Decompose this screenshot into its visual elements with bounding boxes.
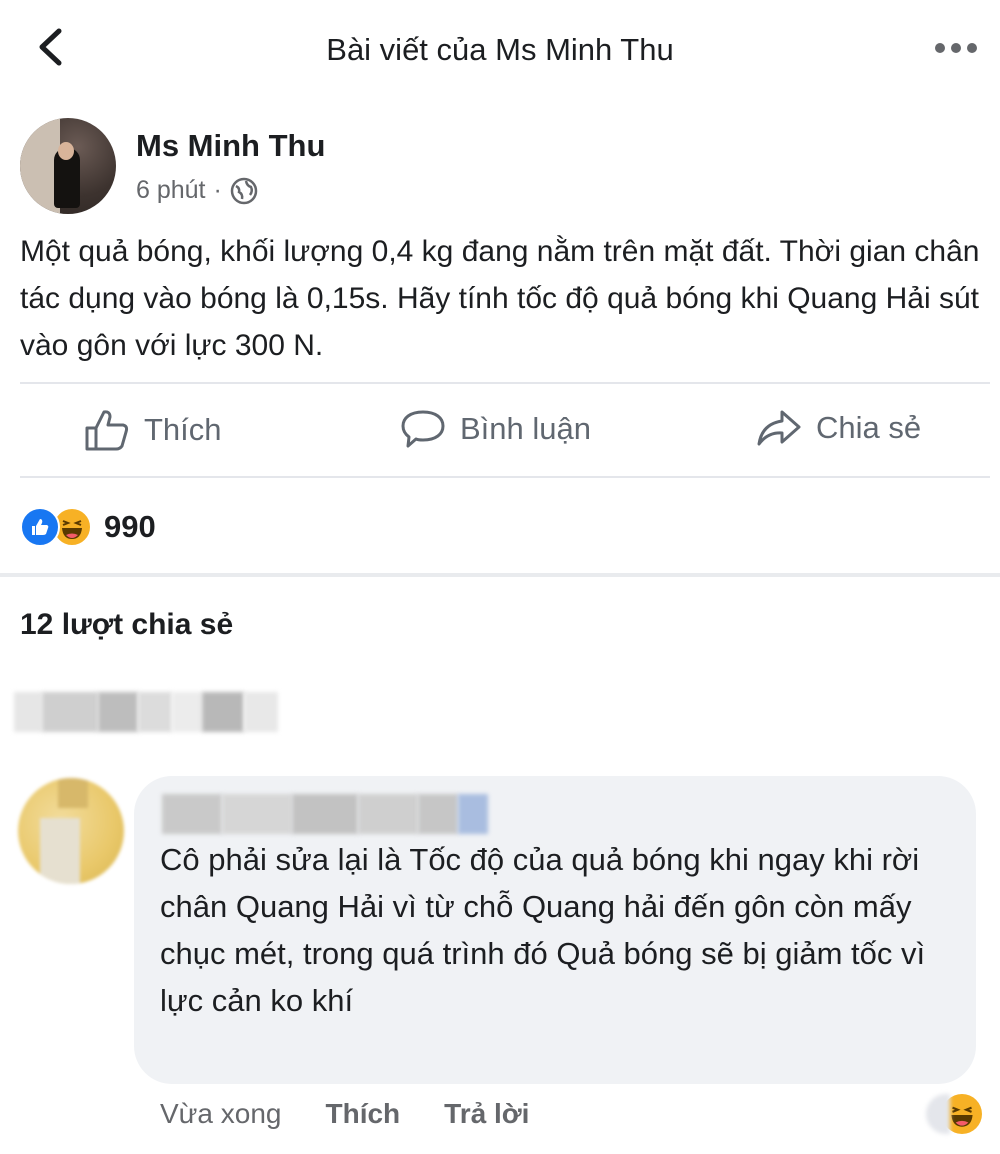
more-button[interactable]: [930, 30, 982, 66]
share-count[interactable]: 12 lượt chia sẻ: [20, 608, 233, 642]
reaction-summary[interactable]: 990: [20, 505, 156, 549]
comment-reply-button[interactable]: Trả lời: [444, 1098, 529, 1130]
author-avatar[interactable]: [20, 118, 116, 214]
page-title: Bài viết của Ms Minh Thu: [326, 32, 674, 67]
comment-reaction[interactable]: [926, 1094, 982, 1134]
chevron-left-icon: [39, 28, 62, 66]
author-name[interactable]: Ms Minh Thu: [136, 128, 325, 164]
share-button[interactable]: Chia sẻ: [756, 408, 921, 448]
comment-label: Bình luận: [460, 411, 591, 446]
like-button[interactable]: Thích: [84, 408, 222, 452]
commenter-name-blurred[interactable]: [162, 794, 488, 834]
post-actions: Thích Bình luận Chia sẻ: [0, 386, 1000, 478]
thumbs-up-icon: [85, 410, 129, 451]
share-label: Chia sẻ: [816, 410, 922, 445]
reaction-count: 990: [104, 509, 156, 544]
post-header: Ms Minh Thu 6 phút ·: [20, 114, 980, 214]
blurred-commenter-row: [14, 688, 314, 736]
post-time[interactable]: 6 phút: [136, 176, 206, 205]
top-bar: Bài viết của Ms Minh Thu: [0, 0, 1000, 100]
divider: [20, 476, 990, 478]
comment-button[interactable]: Bình luận: [400, 408, 591, 450]
more-horizontal-icon: [935, 43, 977, 53]
divider: [20, 382, 990, 384]
comment-like-button[interactable]: Thích: [326, 1098, 401, 1130]
commenter-avatar[interactable]: [18, 778, 124, 884]
globe-icon: [230, 177, 258, 204]
post-text: Một quả bóng, khối lượng 0,4 kg đang nằm…: [20, 235, 980, 362]
like-label: Thích: [144, 412, 222, 447]
like-reaction-icon: [20, 507, 60, 547]
comment-time[interactable]: Vừa xong: [160, 1098, 282, 1130]
comment-actions: Vừa xong Thích Trả lời: [160, 1098, 529, 1130]
comment-bubble: Cô phải sửa lại là Tốc độ của quả bóng k…: [134, 776, 976, 1084]
meta-separator: ·: [213, 176, 222, 204]
post-meta: 6 phút ·: [136, 176, 258, 205]
section-separator: [0, 573, 1000, 577]
comment-text: Cô phải sửa lại là Tốc độ của quả bóng k…: [160, 842, 926, 1018]
back-button[interactable]: [28, 22, 72, 72]
share-icon: [757, 410, 801, 446]
comment-icon: [401, 410, 445, 448]
